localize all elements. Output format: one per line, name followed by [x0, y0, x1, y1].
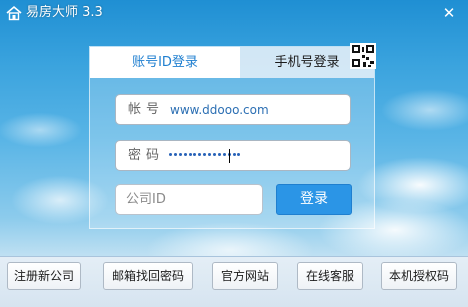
text-caret: [229, 149, 230, 163]
house-logo-icon: [6, 5, 22, 21]
password-dot: [222, 153, 226, 156]
online-support-button[interactable]: 在线客服: [297, 262, 363, 290]
company-id-input[interactable]: [115, 184, 263, 215]
close-icon: ✕: [442, 4, 456, 22]
password-label: 密码: [128, 148, 165, 163]
password-dot: [232, 153, 236, 156]
machine-auth-code-button[interactable]: 本机授权码: [381, 262, 457, 290]
password-field[interactable]: 密码: [115, 140, 351, 171]
official-website-button[interactable]: 官方网站: [212, 262, 278, 290]
password-dot: [169, 153, 172, 156]
password-dot: [208, 153, 212, 156]
app-title: 易房大师 3.3: [26, 5, 103, 21]
app-version: 3.3: [82, 5, 103, 20]
password-dot: [183, 153, 187, 156]
password-dot: [193, 153, 197, 156]
password-masked-value[interactable]: [169, 153, 242, 159]
login-window: 易房大师 3.3 ✕ 账号ID登录 手机号登录 帐号 www.ddooo.com…: [0, 0, 468, 307]
tab-account-id-login[interactable]: 账号ID登录: [90, 47, 240, 78]
password-dot: [237, 153, 241, 156]
password-dot: [198, 153, 202, 156]
register-company-button[interactable]: 注册新公司: [7, 262, 81, 290]
username-field[interactable]: 帐号 www.ddooo.com: [115, 94, 351, 125]
qr-code-icon[interactable]: [350, 43, 376, 69]
password-dot: [173, 153, 177, 156]
password-dot: [217, 153, 221, 156]
login-button[interactable]: 登录: [276, 184, 352, 215]
username-value[interactable]: www.ddooo.com: [170, 102, 269, 118]
email-recover-password-button[interactable]: 邮箱找回密码: [103, 262, 193, 290]
close-button[interactable]: ✕: [438, 4, 460, 22]
password-dot: [213, 153, 217, 156]
password-dot: [203, 153, 207, 156]
title-bar[interactable]: 易房大师 3.3 ✕: [0, 0, 468, 26]
username-label: 帐号: [128, 102, 165, 117]
password-dot: [178, 153, 182, 156]
app-name: 易房大师: [26, 5, 79, 20]
password-dot: [188, 153, 192, 156]
